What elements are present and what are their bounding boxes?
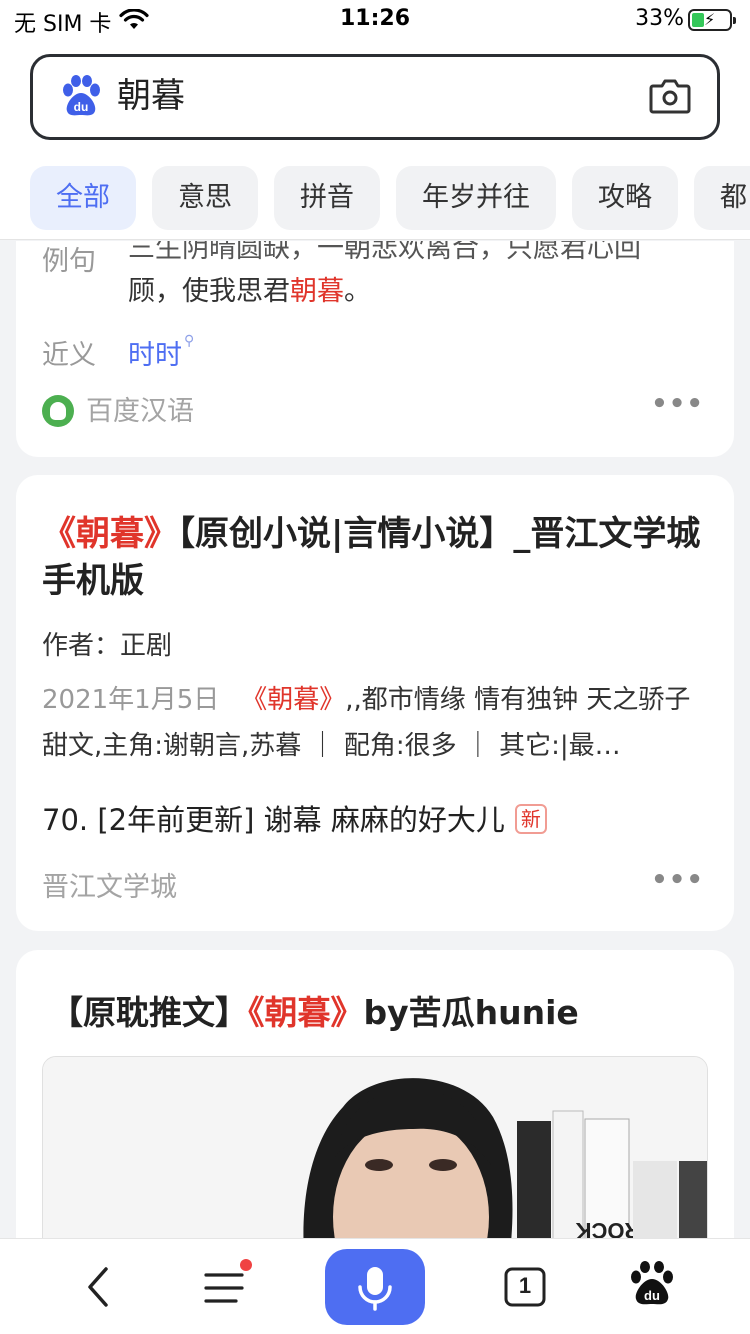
result-description: 2021年1月5日 《朝暮》,,都市情缘 情有独钟 天之骄子 甜文,主角:谢朝言,… [42, 677, 692, 769]
example-line-2-post: 。 [344, 276, 371, 307]
tab-all[interactable]: 全部 [30, 166, 136, 230]
bottom-nav: 1 du [0, 1238, 750, 1334]
title-highlight: 《朝暮》 [248, 993, 364, 1032]
synonym-link[interactable]: 时时 ⚲ [128, 333, 194, 372]
microphone-icon [358, 1267, 392, 1311]
voice-search-button[interactable] [325, 1249, 425, 1325]
result-title[interactable]: 《朝暮》【原创小说|言情小说】_晋江文学城手机版 [42, 511, 712, 605]
search-header: du 朝暮 全部 意思 拼音 年岁并往 攻略都 [0, 44, 750, 240]
result-card-jjwxc[interactable]: 《朝暮》【原创小说|言情小说】_晋江文学城手机版 作者：正剧 2021年1月5日… [16, 475, 734, 931]
result-title[interactable]: 【原耽推文】《朝暮》by苦瓜hunie [50, 986, 579, 1034]
synonym-text: 时时 [128, 340, 182, 371]
synonym-label: 近义 [42, 340, 96, 371]
back-icon[interactable] [70, 1239, 130, 1334]
video-thumbnail[interactable]: ROCK [42, 1056, 708, 1238]
more-options-icon[interactable]: ••• [651, 389, 704, 419]
tab-guide[interactable]: 攻略 [572, 166, 678, 230]
baidu-paw-icon: du [63, 75, 100, 116]
update-text: 70. [2年前更新] 谢幕 麻麻的好大儿 [42, 803, 505, 837]
example-sentence: 三生阴晴圆缺，一朝悲欢离合，只愿君心回 顾，使我思君朝暮。 [128, 241, 688, 315]
search-input[interactable]: du 朝暮 [30, 54, 720, 140]
source-label[interactable]: 晋江文学城 [42, 865, 177, 904]
tabs-count: 1 [518, 1273, 532, 1298]
tabs-button[interactable]: 1 [500, 1239, 550, 1334]
tab-more[interactable]: 都 [694, 166, 750, 230]
result-card-video[interactable]: 【原耽推文】《朝暮》by苦瓜hunie ROCK [16, 950, 734, 1238]
example-label: 例句 [42, 246, 96, 277]
new-badge: 新 [514, 804, 547, 834]
result-date: 2021年1月5日 [42, 685, 220, 715]
battery-fill [692, 13, 704, 27]
title-pre: 【原耽推文】 [50, 993, 248, 1032]
latest-update-link[interactable]: 70. [2年前更新] 谢幕 麻麻的好大儿新 [42, 797, 547, 839]
example-highlight: 朝暮 [290, 276, 344, 307]
charging-bolt-icon: ⚡ [704, 10, 716, 29]
svg-text:ROCK: ROCK [576, 1218, 641, 1238]
baidu-hanyu-icon [42, 394, 74, 427]
source-baidu-hanyu[interactable]: 百度汉语 [42, 389, 194, 429]
camera-icon[interactable] [649, 77, 691, 115]
tab-meaning[interactable]: 意思 [152, 166, 258, 230]
search-tabs: 全部 意思 拼音 年岁并往 攻略都 [30, 166, 750, 230]
menu-icon[interactable] [196, 1239, 256, 1334]
baidu-home-icon[interactable]: du [624, 1239, 680, 1334]
tab-pinyin[interactable]: 拼音 [274, 166, 380, 230]
search-icon: ⚲ [184, 333, 195, 349]
battery-charging-icon: ⚡ [688, 9, 736, 31]
example-line-2-pre: 顾，使我思君 [128, 276, 290, 307]
status-bar: 无 SIM 卡 11:26 33% ⚡ [0, 0, 750, 44]
dictionary-card[interactable]: 例句 三生阴晴圆缺，一朝悲欢离合，只愿君心回 顾，使我思君朝暮。 近义 时时 ⚲ … [16, 241, 734, 457]
video-thumbnail-image: ROCK [43, 1057, 707, 1238]
title-post: by苦瓜hunie [363, 993, 579, 1032]
svg-text:du: du [74, 100, 89, 114]
desc-highlight: 《朝暮》 [241, 685, 346, 715]
title-highlight: 《朝暮》 [42, 514, 178, 554]
more-options-icon[interactable]: ••• [651, 865, 704, 895]
source-label: 百度汉语 [86, 396, 194, 427]
svg-text:du: du [644, 1288, 660, 1303]
author-line: 作者：正剧 [42, 631, 173, 661]
battery-percent: 33% [635, 6, 684, 31]
tab-nian-sui-bing-wang[interactable]: 年岁并往 [396, 166, 556, 230]
search-query-text[interactable]: 朝暮 [117, 72, 185, 120]
example-line-1: 三生阴晴圆缺，一朝悲欢离合，只愿君心回 [128, 241, 641, 264]
results-list[interactable]: 例句 三生阴晴圆缺，一朝悲欢离合，只愿君心回 顾，使我思君朝暮。 近义 时时 ⚲ … [0, 241, 750, 1238]
